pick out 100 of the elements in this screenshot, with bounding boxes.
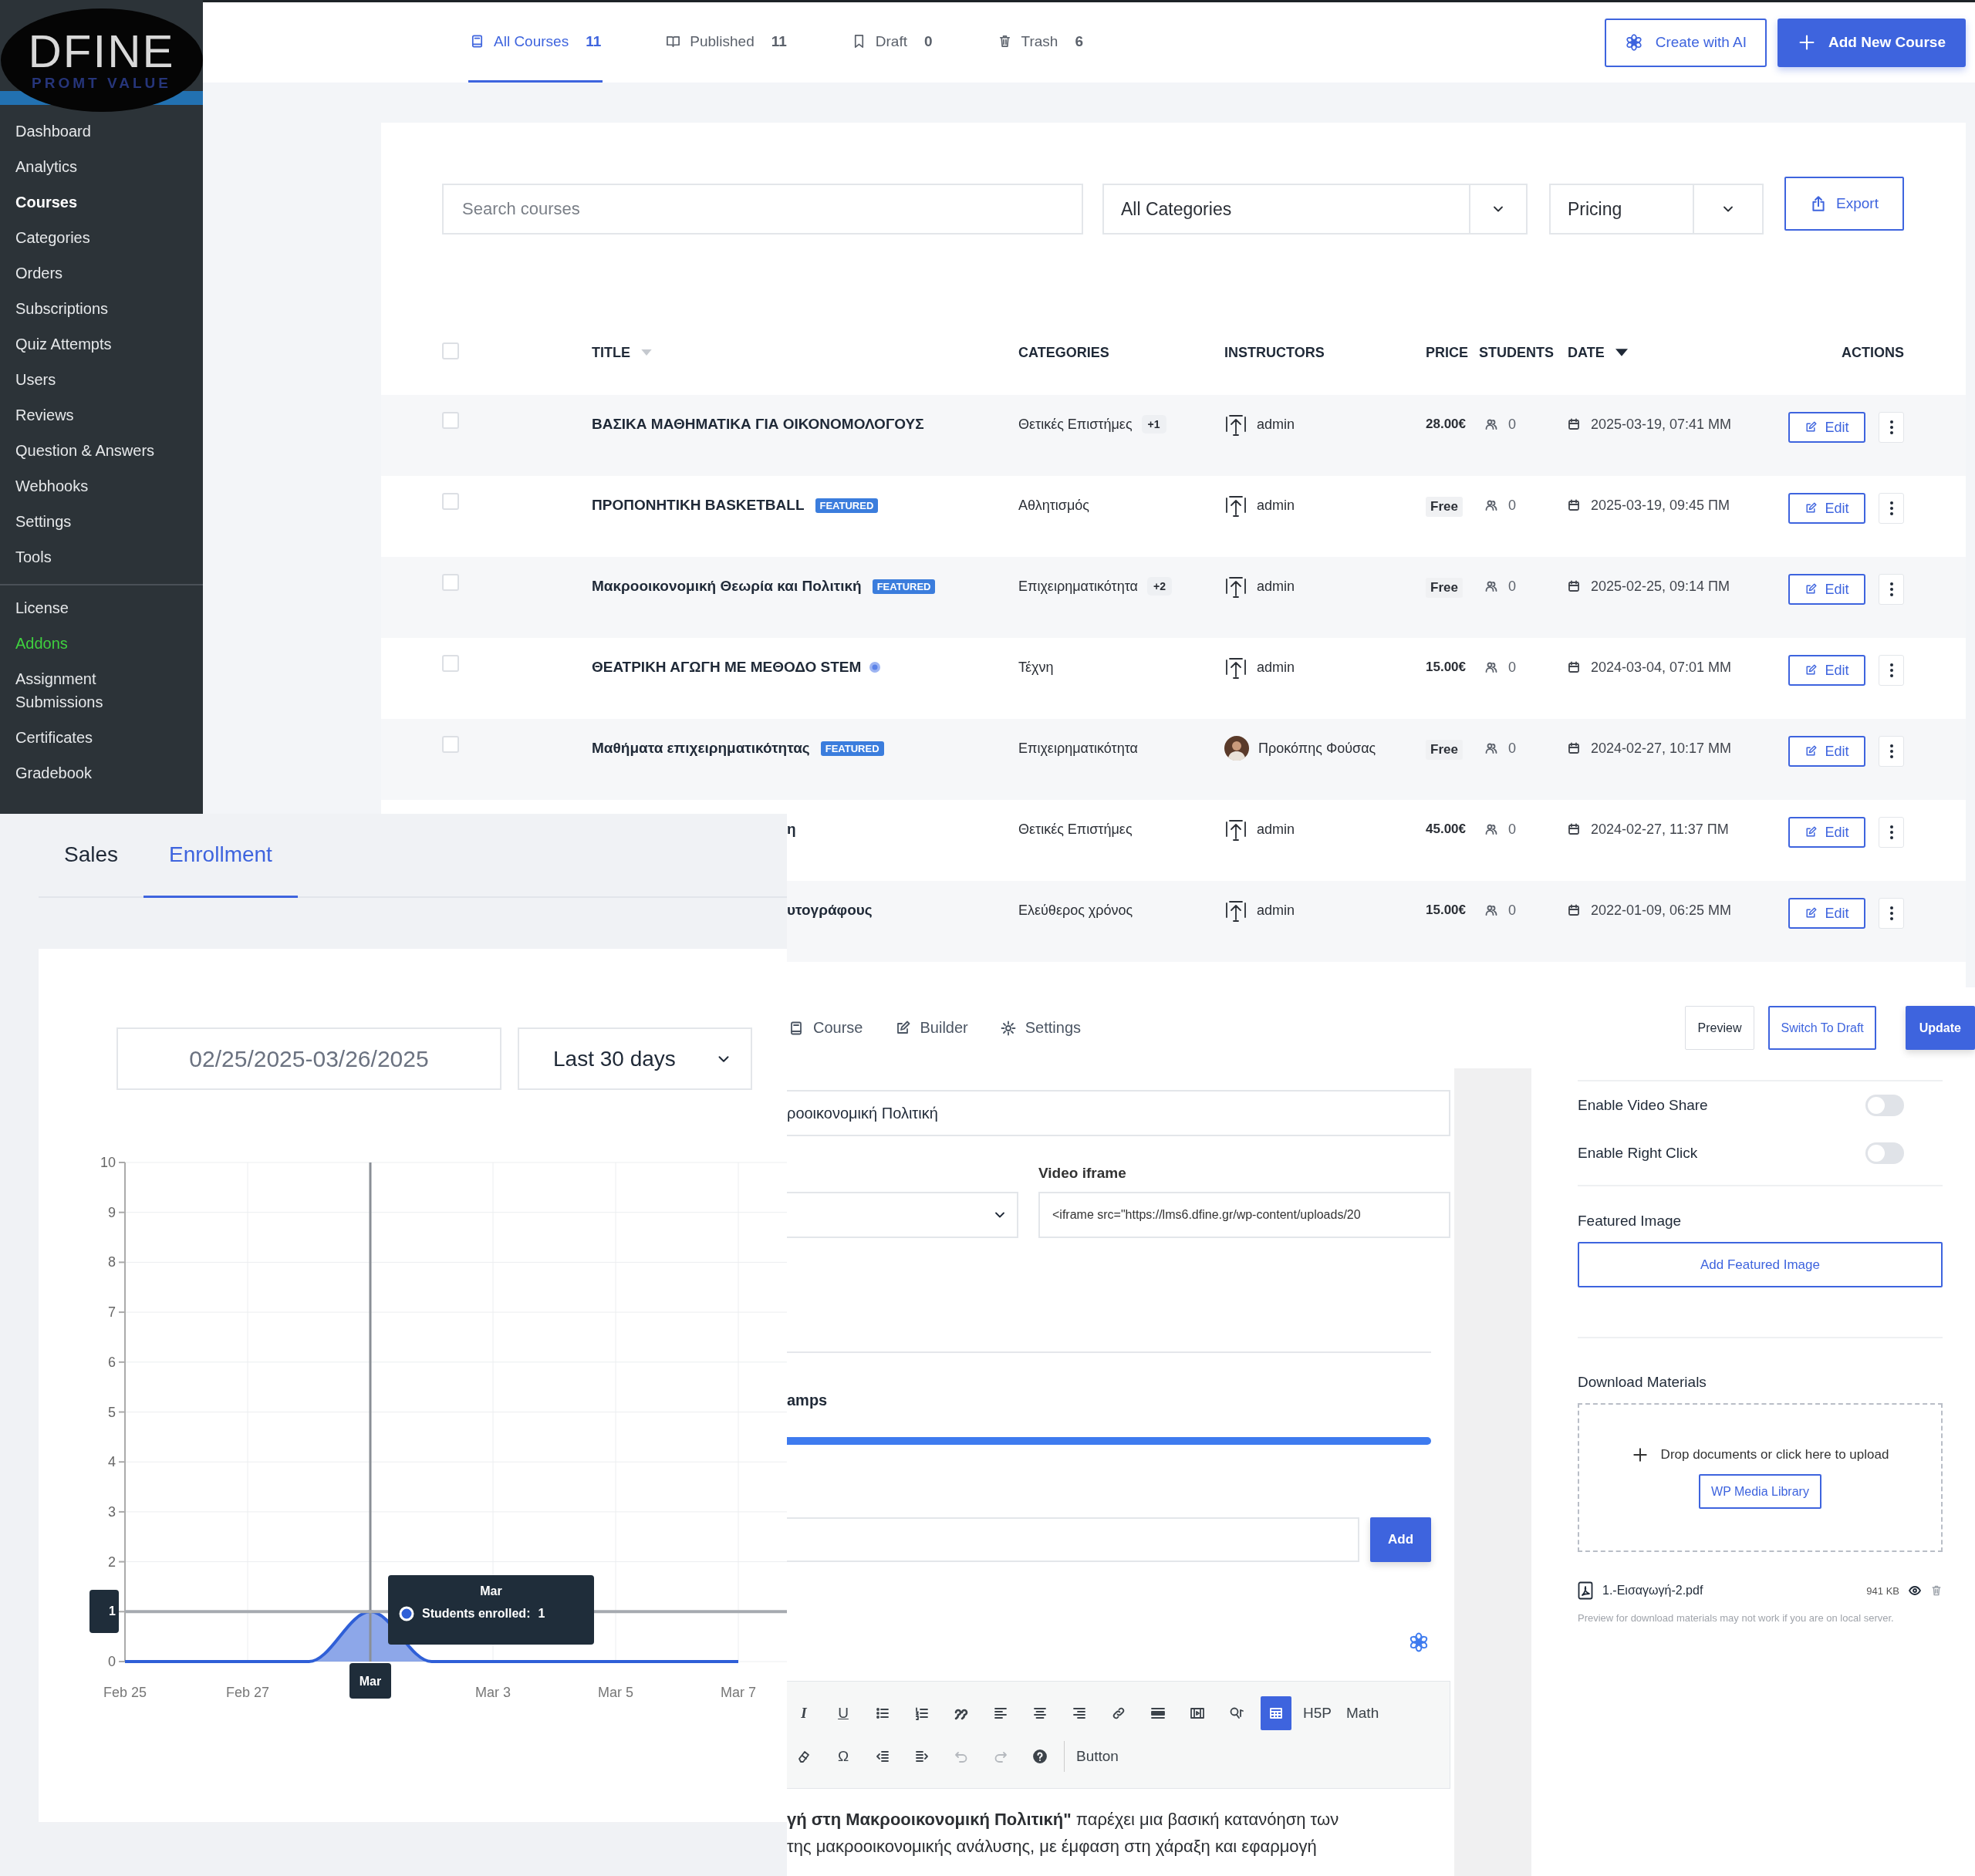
input-field[interactable]: [787, 1517, 1359, 1562]
sidebar-item[interactable]: Certificates: [0, 720, 203, 755]
preview-button[interactable]: Preview: [1684, 1006, 1755, 1050]
add-course-button[interactable]: Add New Course: [1777, 18, 1966, 67]
period-select[interactable]: Last 30 days: [518, 1027, 752, 1090]
sidebar-item[interactable]: Webhooks: [0, 468, 203, 504]
iframe-field[interactable]: <iframe src="https://lms6.dfine.gr/wp-content/uploads/20: [1038, 1192, 1450, 1238]
edit-button[interactable]: Edit: [1788, 736, 1865, 767]
swirl-icon: [1408, 1631, 1430, 1653]
toggle-switch[interactable]: [1865, 1142, 1904, 1164]
column-header[interactable]: TITLE: [592, 344, 652, 361]
category-text: Επιχειρηματικότητα: [1018, 578, 1138, 595]
sidebar-item[interactable]: Reviews: [0, 397, 203, 433]
tab[interactable]: Sales: [39, 814, 144, 898]
toolbar-button[interactable]: I: [788, 1696, 819, 1730]
course-title[interactable]: ΠΡΟΠΟΝΗΤΙΚΗ BASKETBALL: [592, 497, 805, 514]
category-text: Ελεύθερος χρόνος: [1018, 902, 1133, 919]
price-text: 28.00€: [1426, 417, 1466, 432]
sidebar-item[interactable]: Courses: [0, 184, 203, 220]
date-range-field[interactable]: 02/25/2025-03/26/2025: [116, 1027, 501, 1090]
toolbar-button[interactable]: H5P: [1300, 1696, 1335, 1730]
checkbox[interactable]: [442, 493, 459, 510]
more-button[interactable]: [1879, 898, 1904, 929]
category-select[interactable]: All Categories: [1102, 184, 1528, 235]
export-button[interactable]: Export: [1784, 177, 1904, 231]
toolbar-button[interactable]: U: [828, 1696, 859, 1730]
course-title[interactable]: ΘΕΑΤΡΙΚΗ ΑΓΩΓΗ ΜΕ ΜΕΘΟΔΟ STEM: [592, 659, 862, 676]
checkbox[interactable]: [442, 655, 459, 672]
edit-button[interactable]: Edit: [1788, 817, 1865, 848]
tab[interactable]: Trash 6: [995, 2, 1085, 83]
sidebar-item[interactable]: Orders: [0, 255, 203, 291]
sidebar-item[interactable]: Tools: [0, 539, 203, 575]
sidebar-item[interactable]: Categories: [0, 220, 203, 255]
sidebar-item[interactable]: Gradebook: [0, 755, 203, 791]
book-icon: [470, 34, 484, 49]
more-button[interactable]: [1879, 493, 1904, 524]
course-title[interactable]: ΒΑΣΙΚΑ ΜΑΘΗΜΑΤΙΚΑ ΓΙΑ ΟΙΚΟΝΟΜΟΛΟΓΟΥΣ: [592, 416, 924, 433]
select-field[interactable]: [787, 1192, 1018, 1238]
student-count: 0: [1508, 659, 1516, 676]
course-title[interactable]: Μακροοικονομική Θεωρία και Πολιτική: [592, 578, 862, 595]
users-icon: [1485, 742, 1497, 754]
file-name[interactable]: 1.-Εισαγωγή-2.pdf: [1602, 1584, 1703, 1598]
sidebar-item[interactable]: Assignment Submissions: [0, 661, 203, 720]
checkbox[interactable]: [442, 342, 459, 359]
horizontal-rule-icon: [1150, 1706, 1166, 1721]
tick-label: 4: [108, 1454, 116, 1470]
pricing-select[interactable]: Pricing: [1549, 184, 1764, 235]
search-field[interactable]: Search courses: [442, 184, 1083, 235]
eraser-icon: [796, 1749, 812, 1764]
course-title[interactable]: υτογράφους: [787, 902, 873, 919]
update-button[interactable]: Update: [1905, 1006, 1975, 1050]
sidebar-item[interactable]: Users: [0, 362, 203, 397]
sidebar-item[interactable]: Settings: [0, 504, 203, 539]
tab[interactable]: Course: [787, 1019, 863, 1037]
add-button[interactable]: Add: [1370, 1517, 1431, 1562]
more-button[interactable]: [1879, 817, 1904, 848]
title-field[interactable]: ροοικονομική Πολιτική: [787, 1090, 1450, 1136]
more-button[interactable]: [1879, 736, 1904, 767]
sidebar-item[interactable]: License: [0, 590, 203, 626]
sidebar-item[interactable]: Dashboard: [0, 113, 203, 149]
more-button[interactable]: [1879, 574, 1904, 605]
column-header[interactable]: DATE: [1568, 344, 1628, 361]
edit-button[interactable]: Edit: [1788, 412, 1865, 443]
sidebar-item[interactable]: Subscriptions: [0, 291, 203, 326]
checkbox[interactable]: [442, 412, 459, 429]
sidebar-item[interactable]: Addons: [0, 626, 203, 661]
calendar-icon: [1568, 742, 1580, 754]
tab[interactable]: All Courses 11: [468, 2, 603, 83]
toolbar-button[interactable]: Button: [1073, 1739, 1122, 1773]
toggle-switch[interactable]: [1865, 1095, 1904, 1116]
toolbar-button[interactable]: [1261, 1696, 1291, 1730]
tab[interactable]: Settings: [998, 1019, 1081, 1037]
upload-area[interactable]: Drop documents or click here to upload WP Media Library: [1578, 1403, 1943, 1552]
sidebar-item[interactable]: Analytics: [0, 149, 203, 184]
tab[interactable]: Published 11: [664, 2, 788, 83]
edit-button[interactable]: Edit: [1788, 493, 1865, 524]
draft-button[interactable]: Switch To Draft: [1768, 1006, 1876, 1050]
edit-button[interactable]: Edit: [1788, 655, 1865, 686]
sidebar-item[interactable]: Question & Answers: [0, 433, 203, 468]
course-title[interactable]: Μαθήματα επιχειρηματικότητας: [592, 740, 810, 757]
column-header: CATEGORIES: [1018, 344, 1109, 361]
category-text: Θετικές Επιστήμες: [1018, 416, 1133, 433]
create-ai-button[interactable]: Create with AI: [1604, 18, 1767, 67]
tab[interactable]: Enrollment: [143, 814, 298, 898]
toolbar-button[interactable]: Ω: [828, 1739, 859, 1773]
tab[interactable]: Builder: [893, 1019, 968, 1037]
add-image-button[interactable]: Add Featured Image: [1578, 1242, 1943, 1287]
more-button[interactable]: [1879, 412, 1904, 443]
checkbox[interactable]: [442, 574, 459, 591]
toolbar-button[interactable]: Math: [1342, 1696, 1382, 1730]
more-button[interactable]: [1879, 655, 1904, 686]
media-library-button[interactable]: WP Media Library: [1699, 1474, 1821, 1509]
tick-label: 3: [108, 1503, 116, 1520]
course-title[interactable]: η: [787, 821, 796, 838]
edit-button[interactable]: Edit: [1788, 898, 1865, 929]
edit-button[interactable]: Edit: [1788, 574, 1865, 605]
sidebar-item[interactable]: Quiz Attempts: [0, 326, 203, 362]
tab[interactable]: Draft 0: [849, 2, 934, 83]
checkbox[interactable]: [442, 736, 459, 753]
column-header: PRICE: [1426, 344, 1468, 361]
